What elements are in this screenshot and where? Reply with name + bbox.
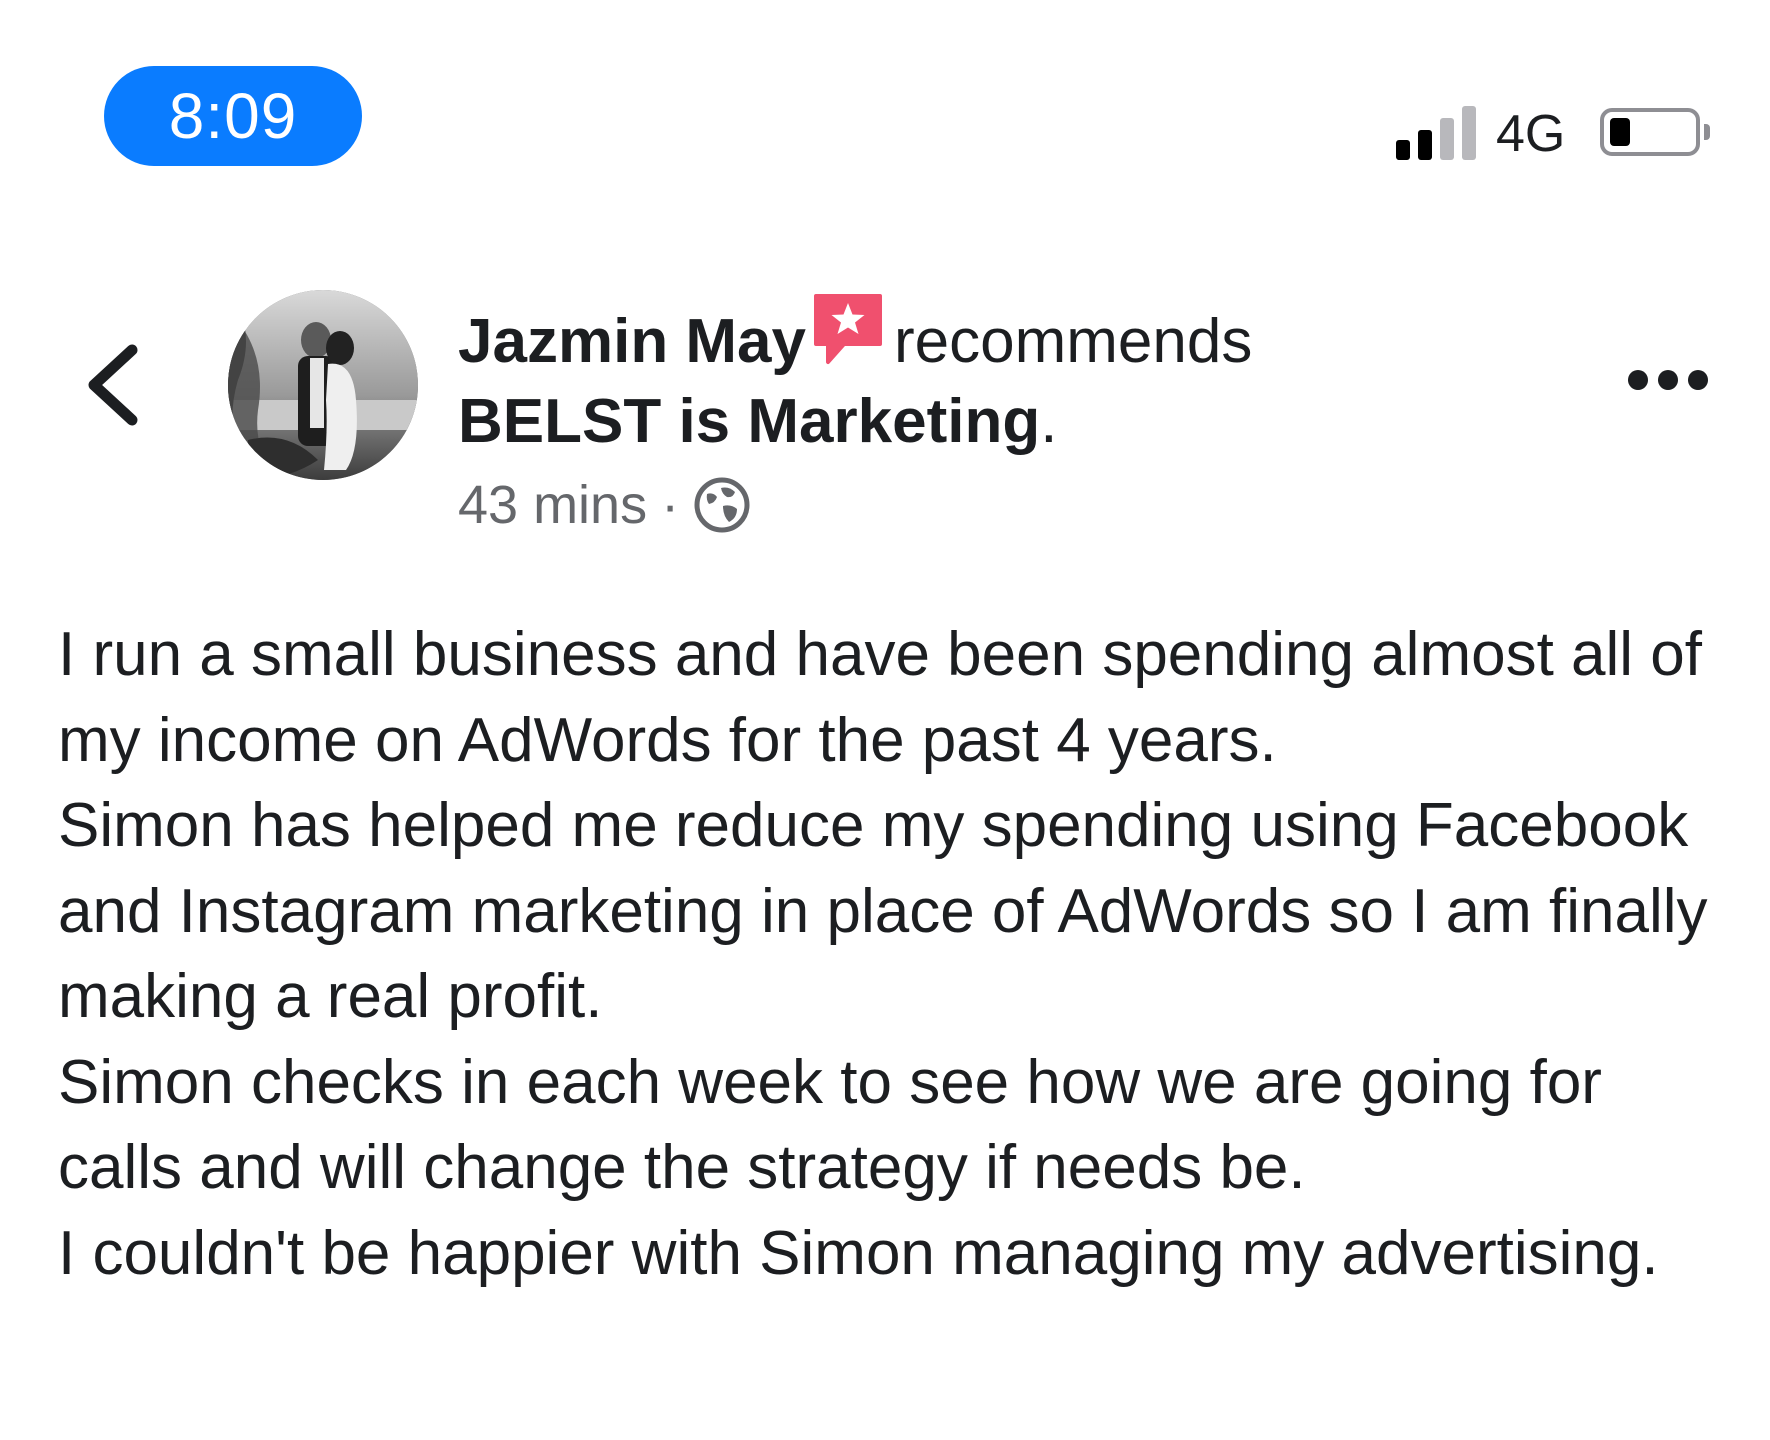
cellular-signal-icon: [1396, 106, 1478, 160]
post-headline: Jazmin May recommends BELST is Marketing…: [458, 290, 1558, 462]
post-meta: 43 mins ·: [458, 472, 1558, 538]
action-text: recommends: [894, 307, 1253, 376]
post-header: Jazmin May recommends BELST is Marketing…: [458, 290, 1558, 538]
network-type: 4G: [1496, 105, 1566, 163]
more-options-icon: [1628, 370, 1648, 390]
post-paragraph: I run a small business and have been spe…: [58, 620, 1702, 775]
author-name[interactable]: Jazmin May: [458, 307, 806, 376]
battery-cap: [1704, 124, 1710, 140]
post-timestamp[interactable]: 43 mins: [458, 472, 647, 538]
globe-icon: [694, 477, 750, 533]
battery-icon: [1600, 108, 1700, 156]
more-options-dot: [1658, 370, 1678, 390]
avatar[interactable]: [228, 290, 418, 480]
post-paragraph: Simon has helped me reduce my spending u…: [58, 791, 1708, 1031]
more-options-dot: [1688, 370, 1708, 390]
status-time: 8:09: [104, 66, 362, 166]
back-button[interactable]: [80, 340, 150, 430]
meta-separator: ·: [661, 475, 680, 535]
page-suffix: .: [1040, 387, 1058, 456]
recommendation-star-icon: [814, 294, 883, 364]
battery-level: [1610, 118, 1630, 146]
more-options-button[interactable]: [1628, 366, 1708, 396]
post-body: I run a small business and have been spe…: [58, 612, 1738, 1296]
chevron-left-icon: [88, 344, 138, 426]
post-paragraph: I couldn't be happier with Simon managin…: [58, 1218, 1659, 1288]
avatar-photo: [228, 290, 418, 480]
post-paragraph: Simon checks in each week to see how we …: [58, 1047, 1602, 1203]
page-name-link[interactable]: BELST is Marketing: [458, 387, 1040, 456]
